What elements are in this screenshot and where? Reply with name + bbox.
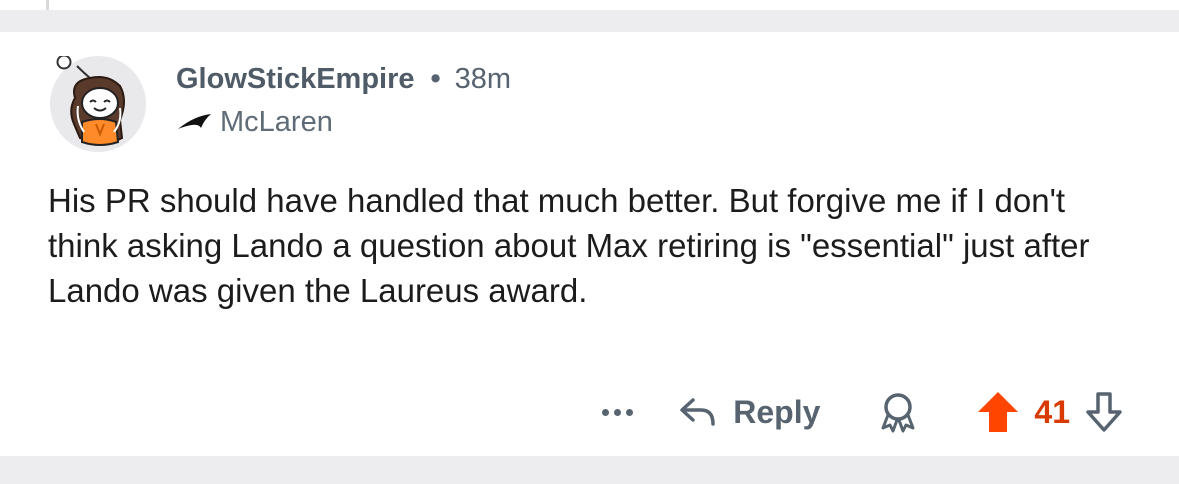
mclaren-speedmark-icon [178,114,211,129]
comment-card: GlowStickEmpire • 38m McLaren His PR sho… [0,32,1179,456]
next-comment-strip [0,456,1179,484]
previous-comment-strip [0,0,1179,10]
reply-label: Reply [733,393,821,430]
comment-body: His PR should have handled that much bet… [48,182,1090,309]
meta-separator: • [430,62,441,95]
user-flair: McLaren [176,104,333,140]
vote-group: 41 [976,390,1124,434]
comment-meta: GlowStickEmpire • 38m [176,62,511,96]
more-options-button[interactable] [602,408,634,416]
flair-text: McLaren [220,105,333,138]
author-username[interactable]: GlowStickEmpire [176,63,415,96]
award-icon [881,393,915,433]
reply-arrow-icon [680,398,716,426]
comment-actions: Reply 41 [602,388,1124,436]
thread-line[interactable] [46,0,49,10]
downvote-arrow-icon[interactable] [1084,390,1124,434]
vote-score: 41 [1034,393,1070,430]
avatar[interactable] [50,56,146,152]
upvote-arrow-icon[interactable] [976,390,1020,434]
reply-button[interactable]: Reply [677,394,820,431]
comment-age: 38m [454,62,512,95]
more-dots-icon [602,408,610,416]
award-button[interactable] [876,390,920,434]
